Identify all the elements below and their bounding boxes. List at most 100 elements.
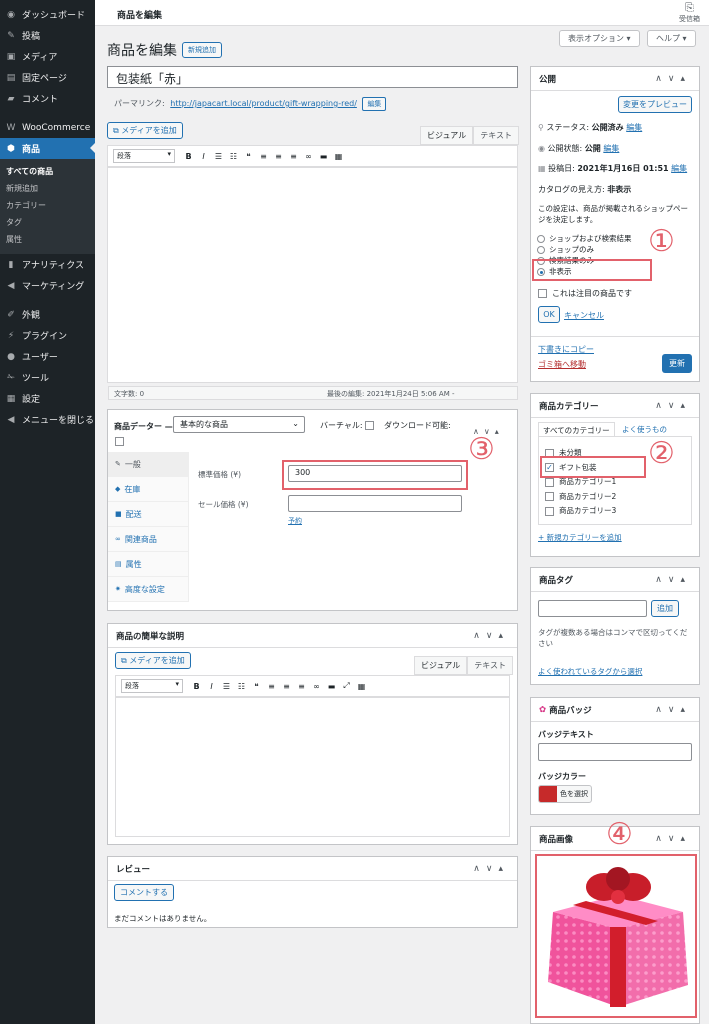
number-list-icon[interactable]: ☷ [226, 152, 241, 161]
number-list-icon[interactable]: ☷ [234, 682, 249, 691]
tab-popular-categories[interactable]: よく使うもの [622, 424, 667, 435]
tab-visual[interactable]: ビジュアル [420, 126, 474, 145]
short-format-select[interactable]: 段落 [121, 679, 183, 693]
bullet-list-icon[interactable]: ☰ [211, 152, 226, 161]
align-right-icon[interactable]: ≡ [286, 152, 301, 161]
sidebar-item-page[interactable]: ▤ 固定ページ [0, 67, 95, 88]
product-tab-0[interactable]: ✎ 一般 [108, 452, 188, 477]
permalink-edit-button[interactable]: 編集 [362, 97, 387, 111]
align-right-icon[interactable]: ≡ [294, 682, 309, 691]
downloadable-checkbox[interactable] [115, 437, 124, 446]
product-tab-4[interactable]: ▤ 属性 [108, 552, 188, 577]
format-select[interactable]: 段落 [113, 149, 175, 163]
sidebar-item-megaphone[interactable]: ◀ マーケティング [0, 275, 95, 296]
radio-button[interactable] [537, 235, 545, 243]
short-tab-visual[interactable]: ビジュアル [414, 656, 468, 675]
quote-icon[interactable]: ❝ [241, 152, 256, 161]
box-arrows-icon[interactable]: ∧∨▴ [655, 74, 691, 84]
sidebar-item-wrench[interactable]: ✁ ツール [0, 367, 95, 388]
add-category-link[interactable]: + 新規カテゴリーを追加 [538, 532, 622, 543]
sidebar-item-media[interactable]: ▣ メディア [0, 46, 95, 67]
tag-input[interactable] [538, 600, 647, 617]
sidebar-item-comment[interactable]: ▰ コメント [0, 88, 95, 109]
status-edit-link[interactable]: 編集 [626, 123, 642, 132]
link-icon[interactable]: ∞ [301, 152, 316, 161]
product-type-select[interactable]: 基本的な商品 ⌄ [173, 416, 305, 433]
bold-icon[interactable]: B [189, 682, 204, 691]
sale-price-input[interactable] [288, 495, 462, 512]
sidebar-item-chart[interactable]: ▮ アナリティクス [0, 254, 95, 275]
more-icon[interactable]: ▬ [316, 152, 331, 161]
link-icon[interactable]: ∞ [309, 682, 324, 691]
align-left-icon[interactable]: ≡ [264, 682, 279, 691]
category-item[interactable]: 商品カテゴリー3 [545, 505, 616, 520]
submenu-item[interactable]: カテゴリー [0, 197, 95, 214]
featured-option[interactable]: これは注目の商品です [538, 288, 632, 299]
short-tab-text[interactable]: テキスト [467, 656, 513, 675]
inbox-button[interactable]: ⎘ 受信箱 [679, 1, 700, 24]
sidebar-item-box[interactable]: ⬢ 商品 [0, 138, 95, 159]
popular-tags-link[interactable]: よく使われているタグから選択 [538, 666, 642, 677]
catalog-option[interactable]: ショップおよび検索結果 [537, 233, 632, 244]
box-arrows-icon[interactable]: ∧∨▴ [473, 631, 509, 641]
category-item[interactable]: 商品カテゴリー2 [545, 491, 616, 506]
sidebar-item-plugin[interactable]: ⚡ プラグイン [0, 325, 95, 346]
fullscreen-icon[interactable]: ⤢ [339, 681, 354, 691]
add-new-button[interactable]: 新規追加 [182, 42, 222, 58]
kitchen-sink-icon[interactable]: ▦ [331, 152, 346, 161]
align-center-icon[interactable]: ≡ [279, 682, 294, 691]
align-center-icon[interactable]: ≡ [271, 152, 286, 161]
update-button[interactable]: 更新 [662, 354, 692, 373]
short-add-media-button[interactable]: ⧉ メディアを追加 [115, 652, 191, 669]
visibility-edit-link[interactable]: 編集 [603, 144, 619, 153]
featured-checkbox[interactable] [538, 289, 547, 298]
add-media-button[interactable]: ⧉ メディアを追加 [107, 122, 183, 139]
ok-button[interactable]: OK [538, 306, 560, 323]
bullet-list-icon[interactable]: ☰ [219, 682, 234, 691]
color-picker-button[interactable]: 色を選択 [538, 785, 592, 803]
add-tag-button[interactable]: 追加 [651, 600, 679, 617]
help-button[interactable]: ヘルプ ▾ [647, 30, 696, 47]
box-arrows-icon[interactable]: ∧∨▴ [655, 401, 691, 411]
category-checkbox[interactable] [545, 492, 554, 501]
catalog-option[interactable]: ショップのみ [537, 244, 632, 255]
sidebar-item-collapse[interactable]: ◀ メニューを閉じる [0, 409, 95, 430]
category-item[interactable]: 商品カテゴリー1 [545, 476, 616, 491]
kitchen-sink-icon[interactable]: ▦ [354, 682, 369, 691]
sidebar-item-dashboard[interactable]: ◉ ダッシュボード [0, 4, 95, 25]
italic-icon[interactable]: I [204, 682, 219, 691]
box-arrows-icon[interactable]: ∧∨▴ [655, 575, 691, 585]
submenu-item[interactable]: すべての商品 [0, 163, 95, 180]
product-title-input[interactable]: 包装紙「赤」 [107, 66, 518, 88]
sidebar-item-settings[interactable]: ▦ 設定 [0, 388, 95, 409]
short-description-editor[interactable] [115, 697, 510, 837]
radio-button[interactable] [537, 246, 545, 254]
badge-text-input[interactable] [538, 743, 692, 761]
box-arrows-icon[interactable]: ∧∨▴ [473, 864, 509, 874]
date-edit-link[interactable]: 編集 [671, 164, 687, 173]
content-editor[interactable] [107, 167, 518, 383]
sidebar-item-brush[interactable]: ✐ 外観 [0, 304, 95, 325]
submenu-item[interactable]: タグ [0, 214, 95, 231]
italic-icon[interactable]: I [196, 152, 211, 161]
product-tab-1[interactable]: ◆ 在庫 [108, 477, 188, 502]
align-left-icon[interactable]: ≡ [256, 152, 271, 161]
copy-draft-link[interactable]: 下書きにコピー [538, 344, 594, 355]
preview-button[interactable]: 変更をプレビュー [618, 96, 692, 113]
permalink-link[interactable]: http://japacart.local/product/gift-wrapp… [170, 99, 357, 108]
tab-text[interactable]: テキスト [473, 126, 519, 145]
bold-icon[interactable]: B [181, 152, 196, 161]
add-comment-button[interactable]: コメントする [114, 884, 174, 901]
product-tab-2[interactable]: ■ 配送 [108, 502, 188, 527]
sidebar-item-user[interactable]: ● ユーザー [0, 346, 95, 367]
category-checkbox[interactable] [545, 477, 554, 487]
cancel-link[interactable]: キャンセル [564, 310, 604, 321]
product-tab-3[interactable]: ∞ 関連商品 [108, 527, 188, 552]
virtual-checkbox[interactable] [364, 421, 374, 430]
category-checkbox[interactable] [545, 506, 554, 516]
schedule-link[interactable]: 予約 [288, 516, 302, 526]
trash-link[interactable]: ゴミ箱へ移動 [538, 359, 586, 370]
submenu-item[interactable]: 属性 [0, 231, 95, 248]
box-arrows-icon[interactable]: ∧∨▴ [655, 834, 691, 844]
virtual-option[interactable]: バーチャル: [320, 420, 379, 431]
